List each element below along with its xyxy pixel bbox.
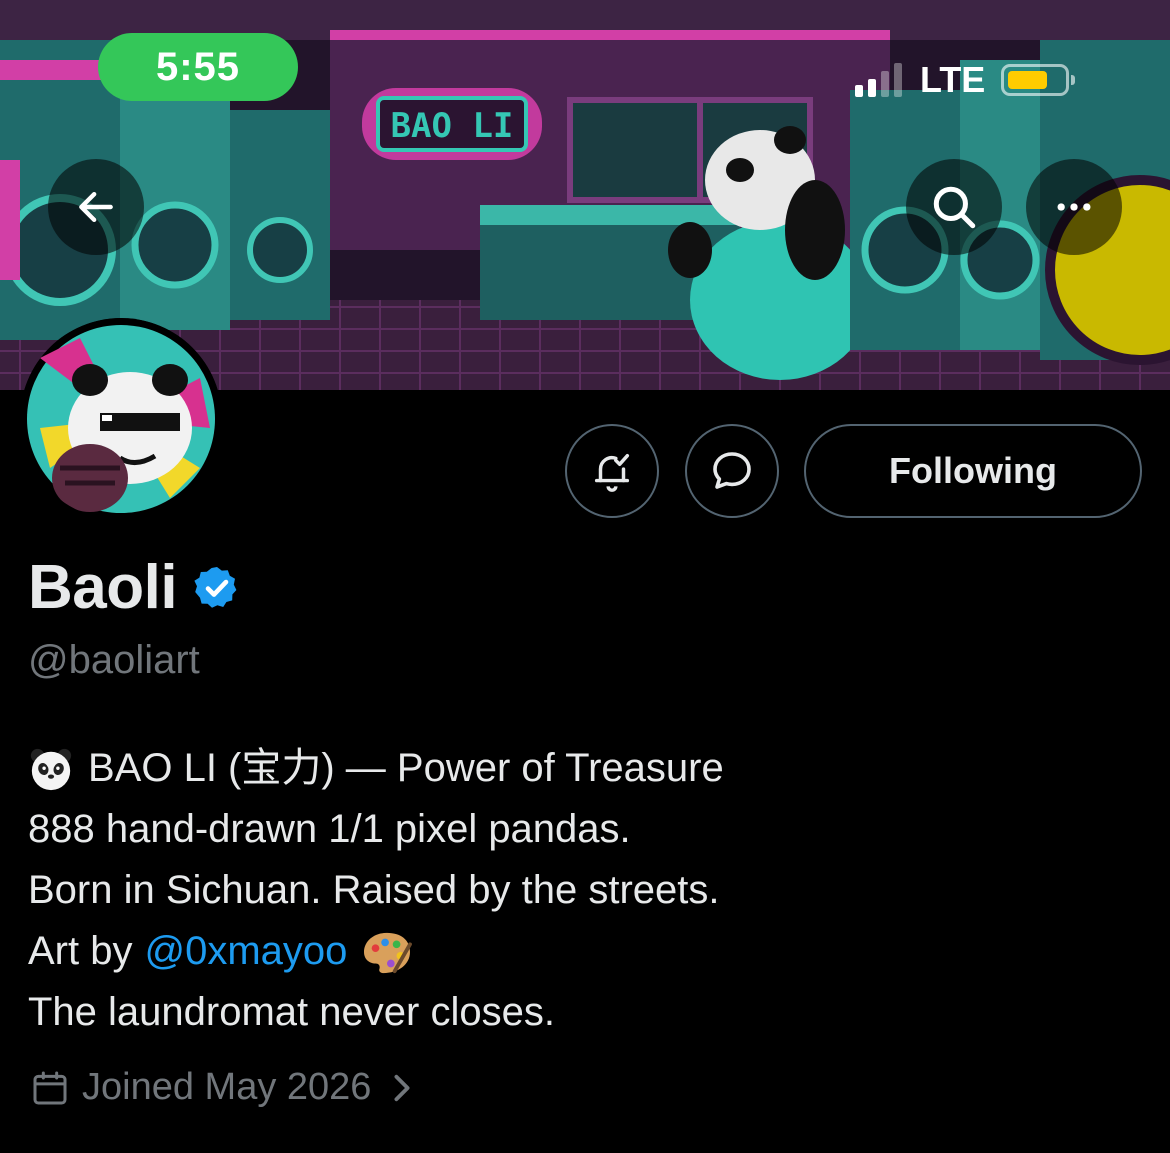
display-name: Baoli xyxy=(28,552,241,623)
chevron-right-icon xyxy=(394,1074,410,1101)
calendar-icon xyxy=(33,1071,67,1104)
banner-sign-text: BAO LI xyxy=(391,106,514,146)
display-name-text: Baoli xyxy=(28,553,178,622)
avatar[interactable] xyxy=(20,318,222,520)
bio-line-2: 888 hand-drawn 1/1 pixel pandas. xyxy=(28,807,631,851)
network-type: LTE xyxy=(920,59,986,100)
bio-line: Art by @0xmayoo xyxy=(28,921,724,982)
joined-date[interactable]: Joined May 2026 xyxy=(30,1066,415,1109)
mention-link[interactable]: @0xmayoo xyxy=(144,921,347,982)
status-indicators: LTE xyxy=(855,59,1076,100)
bell-check-icon xyxy=(594,453,630,492)
arrow-left-icon xyxy=(79,191,113,223)
bio-line-1: BAO LI (宝力) — Power of Treasure xyxy=(88,746,724,790)
joined-text: Joined May 2026 xyxy=(82,1066,372,1108)
following-button[interactable]: Following xyxy=(804,424,1142,518)
bio-line-5: The laundromat never closes. xyxy=(28,990,555,1034)
panda-emoji-icon xyxy=(30,748,72,790)
verified-badge-icon[interactable] xyxy=(193,564,241,612)
status-time: 5:55 xyxy=(98,33,298,101)
search-icon xyxy=(933,186,976,229)
message-button[interactable] xyxy=(685,424,779,518)
more-button[interactable] xyxy=(1026,159,1122,255)
back-button[interactable] xyxy=(48,159,144,255)
search-button[interactable] xyxy=(906,159,1002,255)
bio-line-3: Born in Sichuan. Raised by the streets. xyxy=(28,868,720,912)
bio-line-4-prefix: Art by xyxy=(28,929,133,973)
message-bubble-icon xyxy=(713,452,751,489)
signal-bars-icon xyxy=(855,63,902,97)
following-label: Following xyxy=(889,450,1057,491)
profile-handle: @baoliart xyxy=(28,638,200,682)
status-time-text: 5:55 xyxy=(155,44,241,89)
more-dots-icon xyxy=(1057,203,1091,211)
battery-icon xyxy=(1001,64,1076,96)
avatar-image xyxy=(20,318,222,520)
bio-line: BAO LI (宝力) — Power of Treasure xyxy=(28,738,724,799)
artist-palette-emoji-icon xyxy=(364,932,413,973)
profile-bio: BAO LI (宝力) — Power of Treasure 888 hand… xyxy=(28,738,724,1043)
notifications-button[interactable] xyxy=(565,424,659,518)
